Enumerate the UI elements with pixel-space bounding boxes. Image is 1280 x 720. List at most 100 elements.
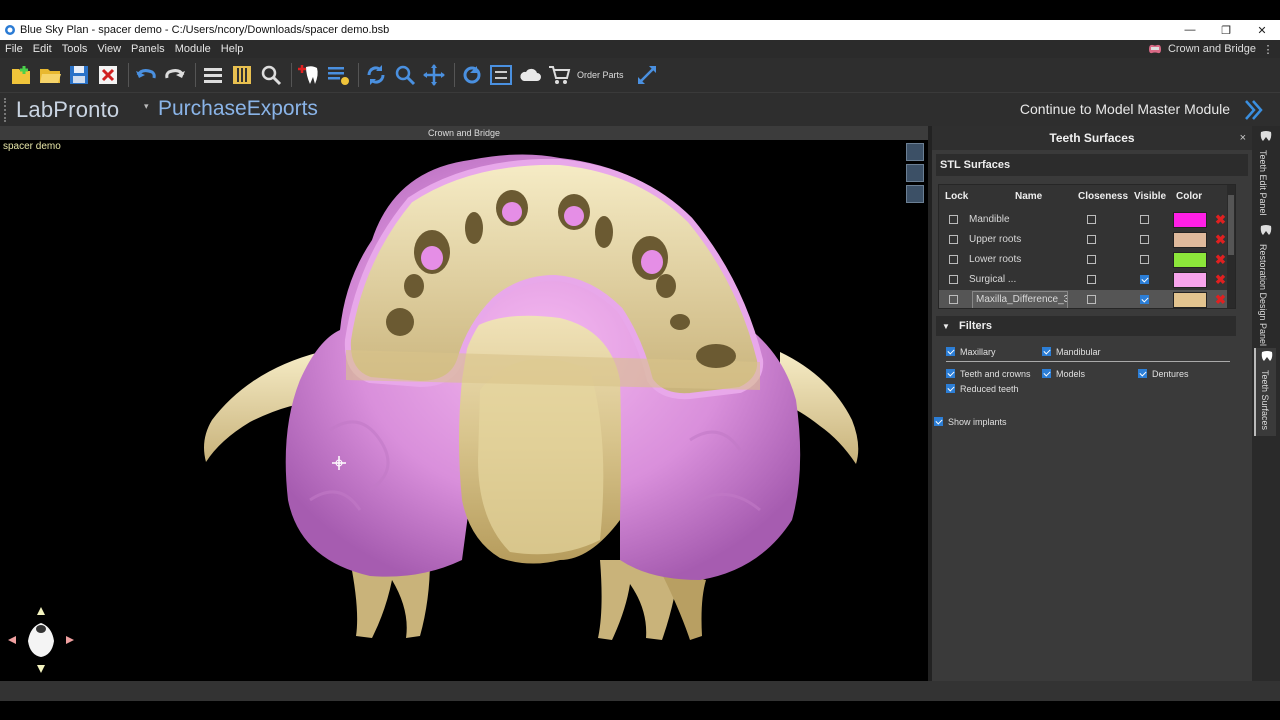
table-scrollbar[interactable] xyxy=(1227,185,1235,308)
refresh-button[interactable] xyxy=(363,62,389,88)
continue-module-button[interactable]: Continue to Model Master Module xyxy=(1020,101,1230,117)
table-row[interactable]: Lower roots ✖ xyxy=(939,250,1229,270)
order-parts-cart-button[interactable] xyxy=(546,62,572,88)
filter-teeth-and-crowns[interactable]: Teeth and crowns xyxy=(946,368,1031,380)
column-header-name[interactable]: Name xyxy=(1015,185,1042,209)
closeness-checkbox[interactable] xyxy=(1087,215,1096,224)
orientation-widget[interactable] xyxy=(6,605,76,675)
tab-teeth-surfaces[interactable]: Teeth Surfaces xyxy=(1254,348,1276,436)
delete-surface-icon[interactable]: ✖ xyxy=(1215,211,1226,228)
undo-button[interactable] xyxy=(133,62,159,88)
panel-close-icon[interactable]: × xyxy=(1240,126,1246,150)
module-switcher[interactable]: Crown and Bridge ⋮ xyxy=(1148,40,1280,58)
viewport-close-tool-icon[interactable] xyxy=(906,143,924,161)
menu-help[interactable]: Help xyxy=(216,40,249,58)
delete-surface-icon[interactable]: ✖ xyxy=(1215,231,1226,248)
close-case-button[interactable] xyxy=(95,62,121,88)
filter-checkbox[interactable] xyxy=(946,369,955,378)
list-view-button[interactable] xyxy=(200,62,226,88)
column-header-lock[interactable]: Lock xyxy=(945,185,968,209)
chevron-down-icon[interactable]: ▾ xyxy=(144,101,149,112)
visible-checkbox[interactable] xyxy=(1140,275,1149,284)
new-case-button[interactable] xyxy=(8,62,34,88)
tab-restoration-design-panel[interactable]: Restoration Design Panel xyxy=(1254,222,1276,346)
table-row[interactable]: Mandible ✖ xyxy=(939,210,1229,230)
pan-button[interactable] xyxy=(421,62,447,88)
show-implants-toggle[interactable]: Show implants xyxy=(934,416,1007,428)
redo-button[interactable] xyxy=(162,62,188,88)
labpronto-logo[interactable]: LabPronto xyxy=(16,97,119,123)
filter-maxillary[interactable]: Maxillary xyxy=(946,346,996,358)
lock-checkbox[interactable] xyxy=(949,215,958,224)
filter-checkbox[interactable] xyxy=(1042,369,1051,378)
filter-mandibular[interactable]: Mandibular xyxy=(1042,346,1101,358)
color-swatch[interactable] xyxy=(1173,232,1207,248)
visible-checkbox[interactable] xyxy=(1140,255,1149,264)
color-swatch[interactable] xyxy=(1173,292,1207,308)
closeness-checkbox[interactable] xyxy=(1087,255,1096,264)
surface-name[interactable]: Maxilla_Difference_3 xyxy=(972,291,1068,308)
rotate-button[interactable] xyxy=(459,62,485,88)
slider-tools-button[interactable] xyxy=(229,62,255,88)
maximize-button[interactable]: ❐ xyxy=(1208,20,1244,40)
filter-dentures[interactable]: Dentures xyxy=(1138,368,1189,380)
closeness-checkbox[interactable] xyxy=(1087,295,1096,304)
show-implants-checkbox[interactable] xyxy=(934,417,943,426)
save-button[interactable] xyxy=(66,62,92,88)
open-file-button[interactable] xyxy=(37,62,63,88)
column-header-color[interactable]: Color xyxy=(1176,185,1202,209)
cloud-button[interactable] xyxy=(517,62,543,88)
transfer-button[interactable] xyxy=(488,62,514,88)
viewport-camera-tool-icon[interactable] xyxy=(906,164,924,182)
column-header-closeness[interactable]: Closeness xyxy=(1078,185,1128,209)
filter-checkbox[interactable] xyxy=(1042,347,1051,356)
filter-checkbox[interactable] xyxy=(1138,369,1147,378)
column-header-visible[interactable]: Visible xyxy=(1134,185,1166,209)
lock-checkbox[interactable] xyxy=(949,295,958,304)
table-row[interactable]: Upper roots ✖ xyxy=(939,230,1229,250)
delete-surface-icon[interactable]: ✖ xyxy=(1215,251,1226,268)
menu-tools[interactable]: Tools xyxy=(57,40,93,58)
filter-models[interactable]: Models xyxy=(1042,368,1085,380)
zoom-button[interactable] xyxy=(258,62,284,88)
zoom-fit-button[interactable] xyxy=(392,62,418,88)
settings-list-button[interactable] xyxy=(325,62,351,88)
dental-model-render[interactable] xyxy=(0,140,928,681)
add-tooth-button[interactable] xyxy=(296,62,322,88)
lock-checkbox[interactable] xyxy=(949,275,958,284)
color-swatch[interactable] xyxy=(1173,212,1207,228)
overflow-menu-icon[interactable]: ⋮ xyxy=(1256,43,1280,56)
visible-checkbox[interactable] xyxy=(1140,295,1149,304)
delete-surface-icon[interactable]: ✖ xyxy=(1215,271,1226,288)
order-parts-label[interactable]: Order Parts xyxy=(577,70,624,80)
menu-panels[interactable]: Panels xyxy=(126,40,170,58)
delete-surface-icon[interactable]: ✖ xyxy=(1215,291,1226,308)
fullscreen-button[interactable] xyxy=(634,62,660,88)
menu-edit[interactable]: Edit xyxy=(28,40,57,58)
double-chevron-right-icon[interactable] xyxy=(1242,98,1266,122)
visible-checkbox[interactable] xyxy=(1140,215,1149,224)
3d-viewport[interactable]: spacer demo xyxy=(0,140,928,681)
filters-header[interactable]: ▼ Filters xyxy=(936,316,1236,336)
lock-checkbox[interactable] xyxy=(949,255,958,264)
minimize-button[interactable]: — xyxy=(1172,20,1208,40)
lock-checkbox[interactable] xyxy=(949,235,958,244)
close-window-button[interactable]: ✕ xyxy=(1244,20,1280,40)
color-swatch[interactable] xyxy=(1173,252,1207,268)
filter-checkbox[interactable] xyxy=(946,347,955,356)
viewport-grid-tool-icon[interactable] xyxy=(906,185,924,203)
closeness-checkbox[interactable] xyxy=(1087,275,1096,284)
tab-teeth-edit-panel[interactable]: Teeth Edit Panel xyxy=(1254,128,1276,218)
color-swatch[interactable] xyxy=(1173,272,1207,288)
filter-checkbox[interactable] xyxy=(946,384,955,393)
menu-module[interactable]: Module xyxy=(170,40,216,58)
closeness-checkbox[interactable] xyxy=(1087,235,1096,244)
table-row-selected[interactable]: Maxilla_Difference_3 ✖ xyxy=(939,290,1229,308)
filter-reduced-teeth[interactable]: Reduced teeth xyxy=(946,383,1019,395)
table-row[interactable]: Surgical ... ✖ xyxy=(939,270,1229,290)
menu-view[interactable]: View xyxy=(92,40,126,58)
purchase-exports-link[interactable]: PurchaseExports xyxy=(158,97,318,121)
scrollbar-thumb[interactable] xyxy=(1228,195,1234,255)
menu-file[interactable]: File xyxy=(0,40,28,58)
visible-checkbox[interactable] xyxy=(1140,235,1149,244)
